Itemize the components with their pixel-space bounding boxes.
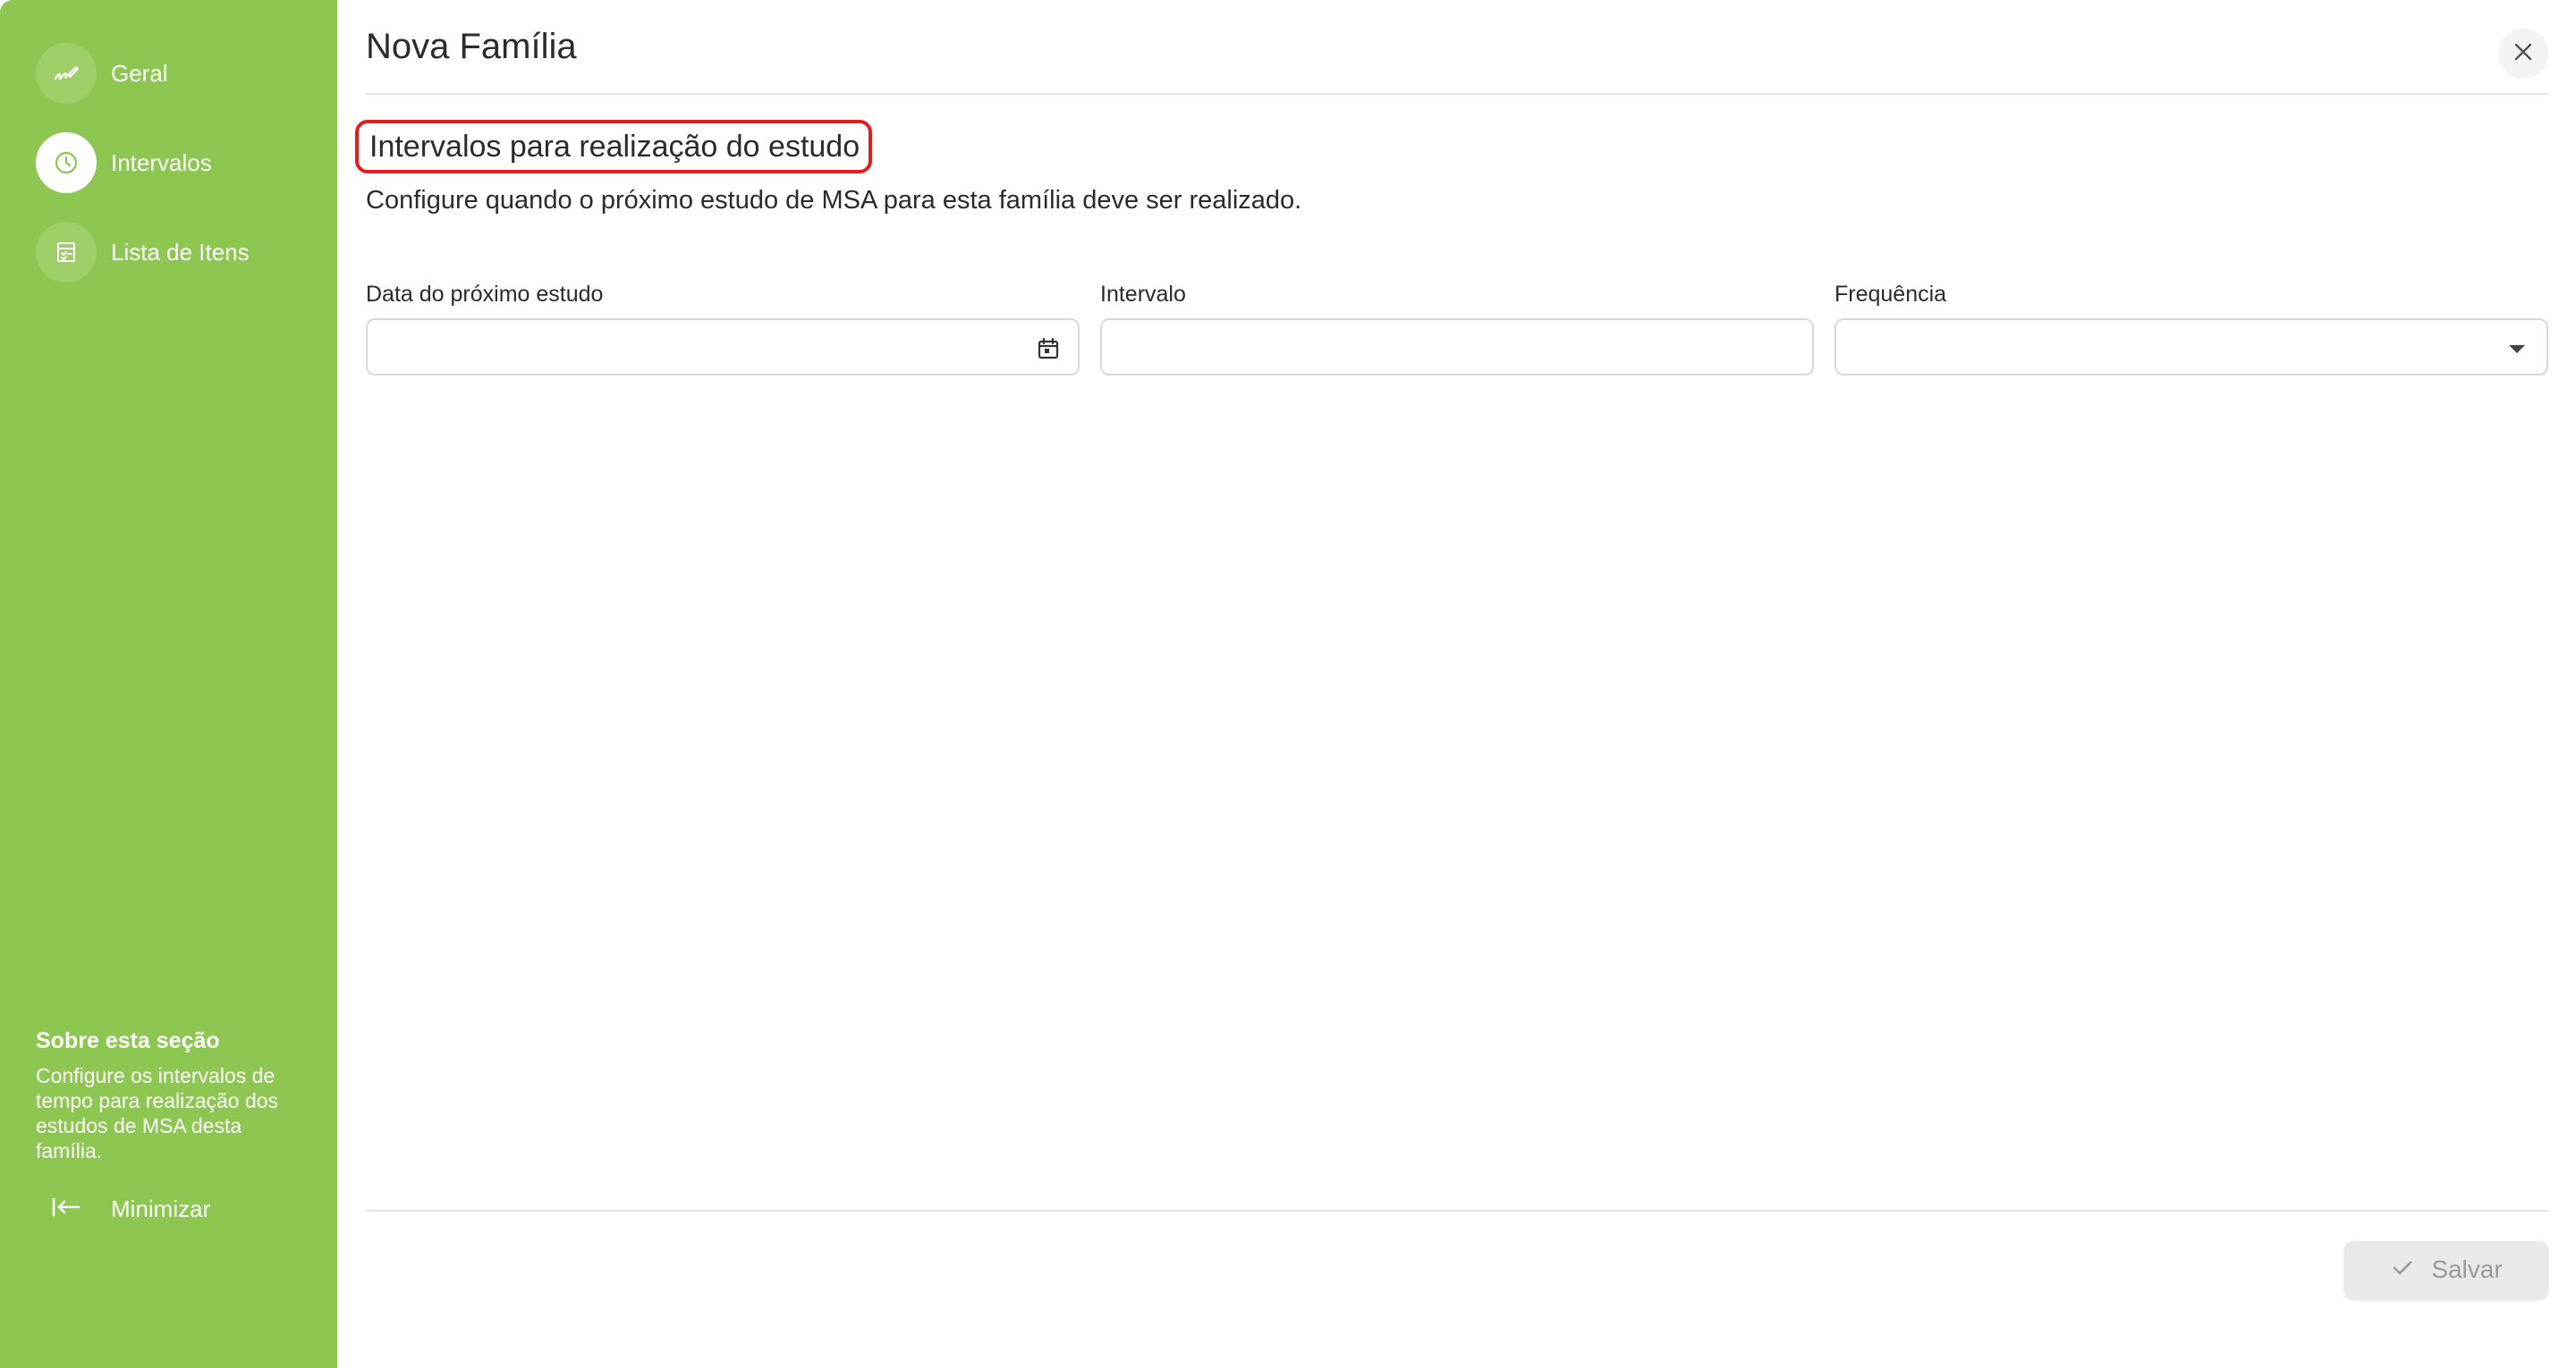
sidebar-item-label: Lista de Itens [111,238,250,266]
sidebar-item-label: Intervalos [111,148,212,176]
field-label: Intervalo [1100,282,1186,307]
next-study-date-input-box[interactable] [366,318,1080,376]
app-window: Geral Intervalos Lista de Itens Sobre es… [0,0,2576,1368]
header-divider [366,93,2548,95]
clock-icon [36,132,97,193]
interval-input[interactable] [1102,320,1812,374]
about-text: Configure os intervalos de tempo para re… [36,1064,279,1162]
caret-down-icon[interactable] [2504,335,2530,362]
check-icon [2390,1255,2415,1285]
sidebar-item-label: Geral [111,59,168,87]
frequency-field: Frequência [1835,281,2548,376]
minimize-button[interactable]: Minimizar [50,1189,210,1229]
field-label: Frequência [1835,282,1947,307]
about-section: Sobre esta seção Configure os intervalos… [36,1028,304,1163]
save-button-label: Salvar [2431,1255,2503,1283]
section-title: Intervalos para realização do estudo [355,120,873,173]
field-label: Data do próximo estudo [366,282,604,307]
interval-field: Intervalo [1100,281,1814,376]
next-study-date-field: Data do próximo estudo [366,281,1080,376]
frequency-select-value[interactable] [1836,320,2546,374]
next-study-date-input[interactable] [368,320,1078,374]
footer-divider [366,1210,2548,1212]
section-description: Configure quando o próximo estudo de MSA… [366,186,1302,215]
interval-input-box[interactable] [1100,318,1814,376]
minimize-label: Minimizar [111,1195,211,1222]
close-button[interactable] [2498,29,2548,79]
pen-signature-icon [36,43,97,104]
page-title: Nova Família [366,27,577,66]
checklist-icon [36,222,97,283]
close-icon [2512,40,2535,68]
sidebar: Geral Intervalos Lista de Itens Sobre es… [0,0,337,1368]
main-panel: Nova Família Intervalos para realização … [337,0,2576,1368]
collapse-left-icon [50,1194,82,1225]
save-button[interactable]: Salvar [2344,1241,2548,1298]
sidebar-item-intervalos[interactable]: Intervalos [36,132,322,193]
calendar-icon[interactable] [1035,335,1062,362]
about-title: Sobre esta seção [36,1028,220,1053]
frequency-select[interactable] [1835,318,2548,376]
sidebar-item-lista-de-itens[interactable]: Lista de Itens [36,222,322,283]
sidebar-item-geral[interactable]: Geral [36,43,322,104]
